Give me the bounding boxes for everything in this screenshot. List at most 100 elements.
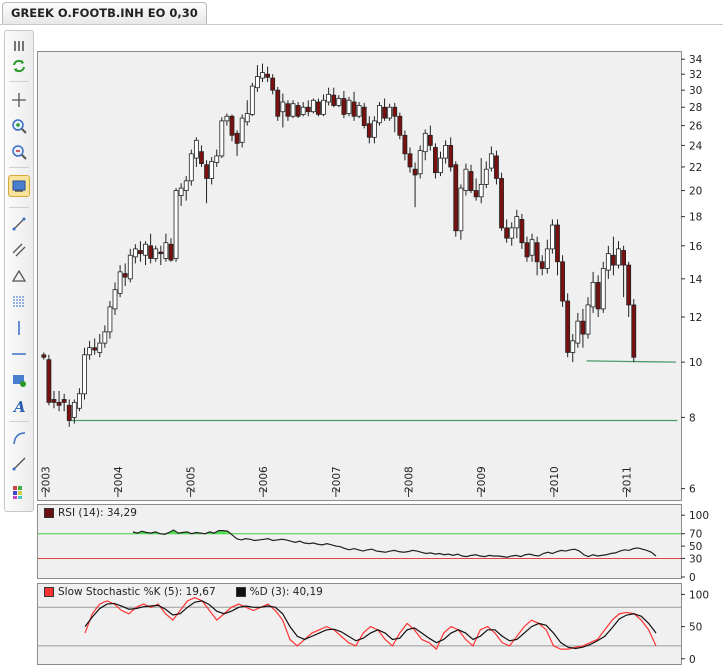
triangle-tool-button[interactable] [8,265,30,287]
candle-body [382,106,387,119]
x-tick-label: 2005 [186,466,198,493]
candle-body [92,347,98,351]
candle-body [366,123,372,138]
candle-body [153,248,159,259]
rsi-chart[interactable]: 100 705030 0 [38,505,723,585]
candle [595,275,601,318]
horizontal-line-button[interactable] [8,343,30,365]
candle-body [249,85,255,115]
channel-button[interactable] [8,239,30,261]
candle-body [193,139,199,159]
candle-body [127,254,133,280]
ray-tool-icon [12,457,26,471]
y-tick-label: 100 [689,589,709,601]
text-tool-button[interactable]: A [8,395,30,417]
candle-body [275,89,281,117]
candle [397,112,403,140]
candle [488,146,494,172]
candle-body [143,243,148,256]
candle [514,209,520,239]
toolbar-separator [9,421,29,422]
candle-body [560,261,565,302]
ray-tool-button[interactable] [8,453,30,475]
zoom-in-button[interactable] [8,115,30,137]
candle [117,265,123,298]
instrument-tab[interactable]: GREEK O.FOOTB.INH EO 0,30 [2,2,207,24]
x-tick-label: 2007 [331,466,343,493]
palette-button[interactable] [8,481,30,503]
trendline [586,360,676,363]
candle-body [183,180,189,191]
text-tool-icon: A [12,398,26,415]
rsi-panel[interactable]: 100 70 50 30 0 RSI (14): 34,29 [37,504,709,584]
y-tick-label: 14 [689,274,703,286]
crosshair-icon [12,93,26,107]
candle-body [321,99,326,115]
price-chart-panel[interactable]: 6 8 10 12 14 16 18 20 22 24 26 28 30 32 34 2003 2004 2005… [37,51,703,501]
candle [326,87,332,106]
candle [631,299,637,363]
refresh-button[interactable] [8,55,30,77]
candle [56,390,62,412]
y-tick-label: 70 [689,529,702,541]
drawing-toolbar: A [4,30,34,512]
candle [341,90,347,119]
candle-body [214,155,220,163]
candlestick-chart[interactable]: 6 8 10 12 14 16 18 20 22 24 26 28 30 32 34 2003 2004 2005… [38,52,723,512]
candle [132,244,138,264]
candle-body [87,347,92,356]
candle-body [168,243,174,261]
candle [214,149,220,167]
y-tick-label: 0 [689,654,696,666]
series-line-%K [84,596,657,651]
candle-body [550,224,555,250]
x-tick-label: 2006 [258,466,270,493]
refresh-icon [13,59,25,73]
candle [102,325,108,348]
k-swatch [44,587,54,597]
vertical-line-button[interactable] [8,317,30,339]
zoom-in-icon [12,119,27,134]
candle [285,100,291,121]
rectangle-tool-button[interactable] [8,369,30,391]
candle [51,390,57,409]
trendline-icon [12,217,26,231]
d-swatch [235,587,246,597]
candle [46,354,52,406]
candle [112,282,118,315]
trendline-button[interactable] [8,213,30,235]
candle [570,334,576,363]
arc-tool-button[interactable] [8,427,30,449]
candle [219,117,225,159]
candle-body [529,239,535,256]
candle-body [422,132,428,153]
candle [107,301,113,339]
candle-body [46,359,52,403]
y-tick-label: 34 [689,54,703,66]
zoom-out-button[interactable] [8,141,30,163]
candle [580,308,586,348]
candle [41,352,47,360]
y-tick-label: 30 [689,85,702,97]
candle [448,137,454,172]
horizontal-line-icon [12,353,26,355]
candle-body [514,216,520,229]
grip-button[interactable] [8,35,30,57]
candle [61,393,67,412]
candle-body [346,99,352,114]
candle [178,183,184,206]
chart-settings-button[interactable] [8,175,30,197]
fibonacci-button[interactable] [8,291,30,313]
candle-body [611,254,616,266]
stochastic-panel[interactable]: 100 50 0 Slow Stochastic %K (5): 19,67 %D … [37,583,709,666]
candle [82,347,87,400]
candle [616,241,621,269]
crosshair-button[interactable] [8,89,30,111]
candle-body [544,248,550,269]
candle-body [519,218,525,244]
candle [417,145,423,179]
candle [295,101,301,119]
candle [555,219,560,276]
candle-body [377,105,382,124]
candle [153,245,159,262]
